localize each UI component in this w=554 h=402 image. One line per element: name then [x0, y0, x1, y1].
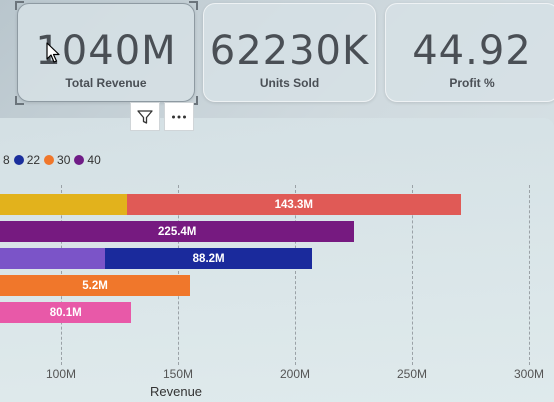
- kpi-value: 44.92: [412, 28, 532, 74]
- x-tick-label: 250M: [396, 367, 428, 381]
- bar-data-label: 88.2M: [192, 252, 225, 265]
- legend-dot: [13, 155, 24, 165]
- mouse-cursor-icon: [46, 42, 60, 63]
- legend-item[interactable]: 22: [13, 153, 41, 167]
- legend-dot: [74, 155, 85, 165]
- legend-label: 30: [57, 153, 71, 167]
- legend-dot: [44, 155, 55, 165]
- filter-button[interactable]: [130, 102, 160, 131]
- x-tick-label: 200M: [279, 367, 311, 381]
- bar-segment[interactable]: 143.3M: [126, 194, 462, 215]
- bar-data-label: 143.3M: [274, 198, 313, 211]
- kpi-card-profit[interactable]: 44.92 Profit %: [385, 3, 554, 102]
- legend-item[interactable]: 40: [74, 153, 101, 167]
- bar-segment[interactable]: 88.2M: [105, 248, 312, 269]
- bar-data-label: 225.4M: [158, 225, 197, 238]
- bar-segment[interactable]: [0, 194, 127, 215]
- x-tick-label: 100M: [45, 367, 77, 381]
- kpi-card-total-revenue[interactable]: 1040M Total Revenue: [17, 3, 195, 102]
- bar-data-label: 5.2M: [82, 279, 108, 292]
- selection-handle[interactable]: [15, 1, 24, 10]
- chart-legend: 8 22 30 40: [3, 153, 105, 167]
- legend-item[interactable]: 30: [44, 153, 70, 167]
- gridline: [529, 185, 530, 365]
- legend-label: 8: [3, 153, 10, 167]
- kpi-label: Total Revenue: [65, 76, 147, 90]
- x-axis-title: Revenue: [150, 384, 203, 399]
- bar-segment[interactable]: 225.4M: [0, 221, 355, 242]
- selection-handle[interactable]: [189, 1, 198, 10]
- kpi-label: Units Sold: [259, 76, 320, 90]
- x-tick-label: 150M: [162, 367, 194, 381]
- legend-label: 22: [26, 153, 41, 167]
- kpi-value: 62230K: [209, 28, 370, 74]
- selection-handle[interactable]: [15, 96, 24, 105]
- kpi-label: Profit %: [449, 76, 495, 90]
- legend-item[interactable]: 8: [3, 153, 10, 167]
- bar-data-label: 80.1M: [49, 306, 82, 319]
- more-options-button[interactable]: [164, 102, 194, 131]
- x-tick-label: 300M: [513, 367, 545, 381]
- more-options-icon: [172, 115, 186, 118]
- filter-icon: [137, 109, 153, 124]
- kpi-card-units-sold[interactable]: 62230K Units Sold: [203, 3, 376, 102]
- bar-segment[interactable]: 5.2M: [0, 275, 191, 296]
- bar-segment[interactable]: 80.1M: [0, 302, 132, 323]
- legend-label: 40: [87, 153, 101, 167]
- bar-segment[interactable]: [0, 248, 106, 269]
- kpi-value: 1040M: [35, 28, 177, 74]
